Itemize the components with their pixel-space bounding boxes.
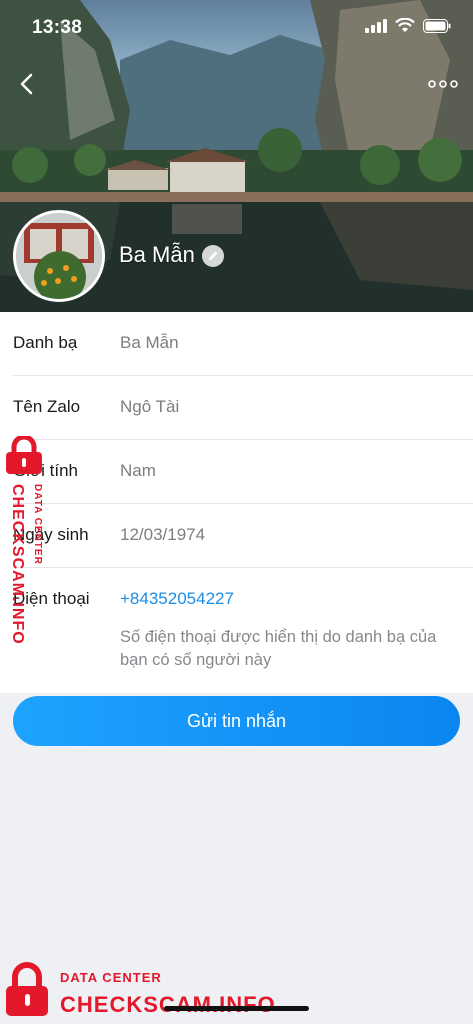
more-horizontal-icon <box>428 80 458 88</box>
lock-icon <box>6 436 42 474</box>
info-row-phone: Điện thoại +84352054227 Số điện thoại đư… <box>13 568 473 693</box>
phone-note: Số điện thoại được hiển thị do danh bạ c… <box>120 628 437 669</box>
watermark-brand-vertical: CHECKSCAM.INFO <box>9 484 26 645</box>
cover-photo[interactable]: 13:38 Ba Mẫn <box>0 0 473 312</box>
edit-name-button[interactable] <box>202 245 224 267</box>
profile-name: Ba Mẫn <box>119 242 195 267</box>
gender-value: Nam <box>120 461 156 480</box>
watermark-bottom: DATA CENTER CHECKSCAM.INFO <box>4 962 304 1022</box>
pencil-icon <box>209 251 218 260</box>
info-row-gender: Giới tính Nam <box>13 440 473 504</box>
birthday-value: 12/03/1974 <box>120 525 206 544</box>
watermark-side: CHECKSCAM.INFO DATA CENTER <box>2 436 62 676</box>
info-row-zalo-name: Tên Zalo Ngô Tài <box>13 376 473 440</box>
status-time: 13:38 <box>32 17 83 38</box>
back-button[interactable] <box>8 66 44 102</box>
avatar-image <box>16 213 102 299</box>
status-bar: 13:38 <box>0 0 473 50</box>
more-options-button[interactable] <box>421 66 465 102</box>
watermark-subtitle: DATA CENTER <box>60 970 162 985</box>
send-message-button[interactable]: Gửi tin nhắn <box>13 696 460 746</box>
info-row-contact-name: Danh bạ Ba Mẫn <box>13 312 473 376</box>
zalo-name-label: Tên Zalo <box>13 397 81 416</box>
avatar[interactable] <box>13 210 105 302</box>
wifi-icon <box>395 18 415 32</box>
chevron-left-icon <box>20 73 33 95</box>
watermark-subtitle-vertical: DATA CENTER <box>32 484 43 565</box>
profile-info-card: Danh bạ Ba Mẫn Tên Zalo Ngô Tài Giới tín… <box>0 312 473 693</box>
battery-icon <box>423 18 451 33</box>
zalo-name-value: Ngô Tài <box>120 397 180 416</box>
info-row-birthday: Ngày sinh 12/03/1974 <box>13 504 473 568</box>
home-indicator[interactable] <box>164 1006 309 1011</box>
contact-name-value: Ba Mẫn <box>120 333 179 352</box>
contact-name-label: Danh bạ <box>13 333 78 352</box>
phone-number-link[interactable]: +84352054227 <box>120 589 234 609</box>
watermark-brand: CHECKSCAM.INFO <box>60 992 276 1017</box>
cellular-signal-icon <box>365 18 387 33</box>
lock-icon <box>6 962 48 1016</box>
